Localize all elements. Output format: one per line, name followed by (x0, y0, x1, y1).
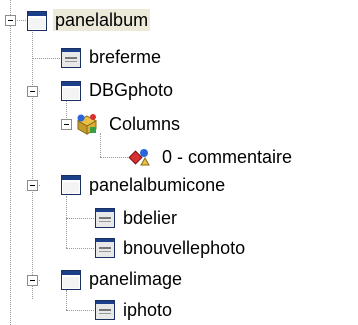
form-window-icon (27, 11, 47, 31)
tree-node-label: panelimage (89, 269, 183, 289)
column-item-icon (128, 149, 150, 166)
form-window-icon (61, 175, 81, 195)
tree-line (66, 218, 94, 219)
collapse-toggle[interactable] (27, 86, 38, 97)
tree-line (66, 290, 67, 310)
form-window-icon (61, 270, 81, 290)
tree-line (100, 133, 101, 157)
tree-line (32, 58, 60, 59)
button-control-icon (95, 300, 115, 320)
button-control-icon (95, 238, 115, 258)
button-control-icon (61, 48, 81, 68)
tree-line (66, 196, 67, 248)
tree-node-label: 0 - commentaire (162, 147, 293, 167)
tree-node-label: bnouvellephoto (123, 238, 246, 258)
component-tree: panelalbum breferme DBGphoto Columns 0 -… (0, 0, 358, 325)
collapse-toggle[interactable] (61, 119, 72, 130)
collapse-toggle[interactable] (27, 180, 38, 191)
tree-line (100, 157, 128, 158)
tree-node-label: panelalbumicone (89, 175, 226, 195)
tree-node-label: Columns (109, 114, 181, 134)
tree-node-label: DBGphoto (89, 80, 174, 100)
tree-line (10, 0, 11, 325)
tree-node-label: breferme (89, 47, 162, 67)
tree-node-label: panelalbum (53, 9, 151, 31)
columns-collection-icon (76, 114, 98, 135)
form-window-icon (61, 81, 81, 101)
tree-line (66, 310, 94, 311)
button-control-icon (95, 208, 115, 228)
tree-node-label: bdelier (123, 208, 178, 228)
tree-line (32, 26, 33, 299)
tree-node-label: iphoto (123, 300, 173, 320)
collapse-toggle[interactable] (27, 275, 38, 286)
tree-line (66, 248, 94, 249)
collapse-toggle[interactable] (5, 15, 16, 26)
